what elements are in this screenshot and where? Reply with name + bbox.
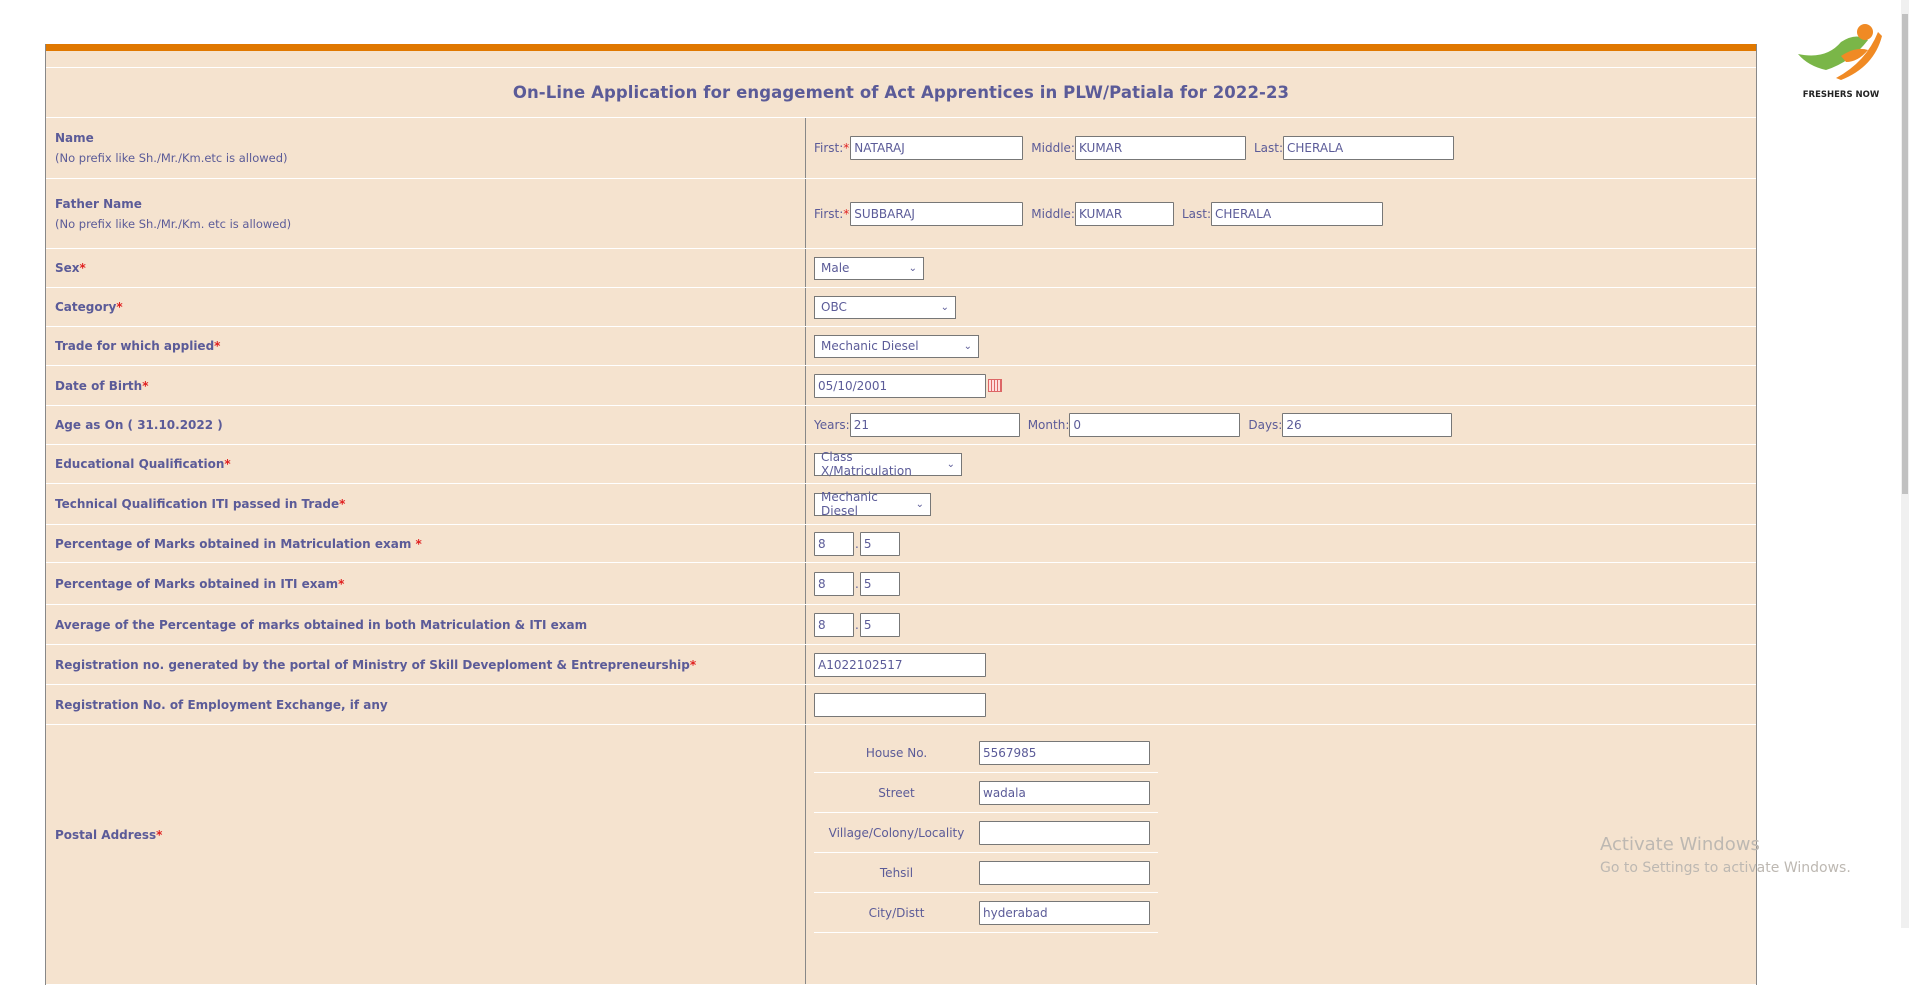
row-reg-employment: Registration No. of Employment Exchange,… <box>46 685 1756 725</box>
address-locality: Village/Colony/Locality <box>814 813 1158 853</box>
chevron-down-icon: ⌄ <box>946 458 955 470</box>
row-iti-pct: Percentage of Marks obtained in ITI exam… <box>46 563 1756 605</box>
trade-select[interactable]: Mechanic Diesel ⌄ <box>814 334 979 358</box>
iti-pct-dec-input[interactable] <box>859 571 900 596</box>
technical-select[interactable]: Mechanic Diesel ⌄ <box>814 490 931 518</box>
sex-select[interactable]: Male ⌄ <box>814 256 924 280</box>
middle-name-input[interactable] <box>1074 136 1246 160</box>
category-select[interactable]: OBC ⌄ <box>814 295 956 319</box>
last-name-input[interactable] <box>1283 136 1455 160</box>
chevron-down-icon: ⌄ <box>908 262 917 274</box>
row-father-name: Father Name (No prefix like Sh./Mr./Km. e… <box>46 179 1756 249</box>
application-form: On-Line Application for engagement of Ac… <box>45 44 1757 985</box>
matric-pct-int-input[interactable] <box>814 531 854 556</box>
avg-pct-dec-input[interactable] <box>859 612 900 637</box>
matric-pct-dec-input[interactable] <box>859 531 900 556</box>
reg-employment-input[interactable] <box>814 692 986 717</box>
row-name: Name (No prefix like Sh./Mr./Km.etc is al… <box>46 118 1756 179</box>
father-last-name-input[interactable] <box>1211 201 1384 226</box>
row-trade: Trade for which applied* Mechanic Diesel… <box>46 327 1756 366</box>
row-sex: Sex* Male ⌄ <box>46 249 1756 288</box>
row-technical: Technical Qualification ITI passed in Tr… <box>46 484 1756 525</box>
street-input[interactable] <box>979 780 1150 805</box>
father-first-name-input[interactable] <box>850 201 1024 226</box>
avg-pct-int-input[interactable] <box>814 612 854 637</box>
iti-pct-int-input[interactable] <box>814 571 854 596</box>
locality-input[interactable] <box>979 820 1150 845</box>
freshers-now-logo: FRESHERS NOW <box>1796 22 1886 102</box>
house-no-input[interactable] <box>979 740 1150 765</box>
address-city: City/Distt <box>814 893 1158 933</box>
logo-figure-icon <box>1798 24 1882 80</box>
tehsil-input[interactable] <box>979 860 1150 885</box>
row-avg-pct: Average of the Percentage of marks obtai… <box>46 605 1756 645</box>
age-years-input[interactable] <box>849 413 1020 437</box>
page-title: On-Line Application for engagement of Ac… <box>46 68 1756 118</box>
dob-input[interactable] <box>814 373 986 398</box>
address-tehsil: Tehsil <box>814 853 1158 893</box>
row-reg-msde: Registration no. generated by the portal… <box>46 645 1756 685</box>
reg-msde-input[interactable] <box>814 652 986 677</box>
age-days-input[interactable] <box>1282 413 1453 437</box>
row-postal-address: Postal Address* House No. Street Village… <box>46 725 1756 985</box>
activate-windows-title: Activate Windows <box>1600 834 1760 855</box>
father-middle-name-input[interactable] <box>1074 201 1174 226</box>
row-matric-pct: Percentage of Marks obtained in Matricul… <box>46 525 1756 563</box>
row-age: Age as On ( 31.10.2022 ) Years: Month: D… <box>46 406 1756 445</box>
activate-windows-sub: Go to Settings to activate Windows. <box>1600 860 1851 876</box>
first-name-input[interactable] <box>850 136 1024 160</box>
address-house: House No. <box>814 733 1158 773</box>
row-category: Category* OBC ⌄ <box>46 288 1756 327</box>
scrollbar-thumb[interactable] <box>1902 14 1908 494</box>
chevron-down-icon: ⌄ <box>963 340 972 352</box>
row-education: Educational Qualification* Class X/Matri… <box>46 445 1756 484</box>
calendar-icon[interactable] <box>988 379 1002 392</box>
top-accent-bar <box>46 44 1756 51</box>
education-select[interactable]: Class X/Matriculation ⌄ <box>814 450 962 478</box>
chevron-down-icon: ⌄ <box>915 498 924 510</box>
address-street: Street <box>814 773 1158 813</box>
chevron-down-icon: ⌄ <box>940 301 949 313</box>
city-input[interactable] <box>979 900 1150 925</box>
vertical-scrollbar[interactable] <box>1901 0 1909 928</box>
age-month-input[interactable] <box>1069 413 1241 437</box>
row-dob: Date of Birth* <box>46 366 1756 406</box>
